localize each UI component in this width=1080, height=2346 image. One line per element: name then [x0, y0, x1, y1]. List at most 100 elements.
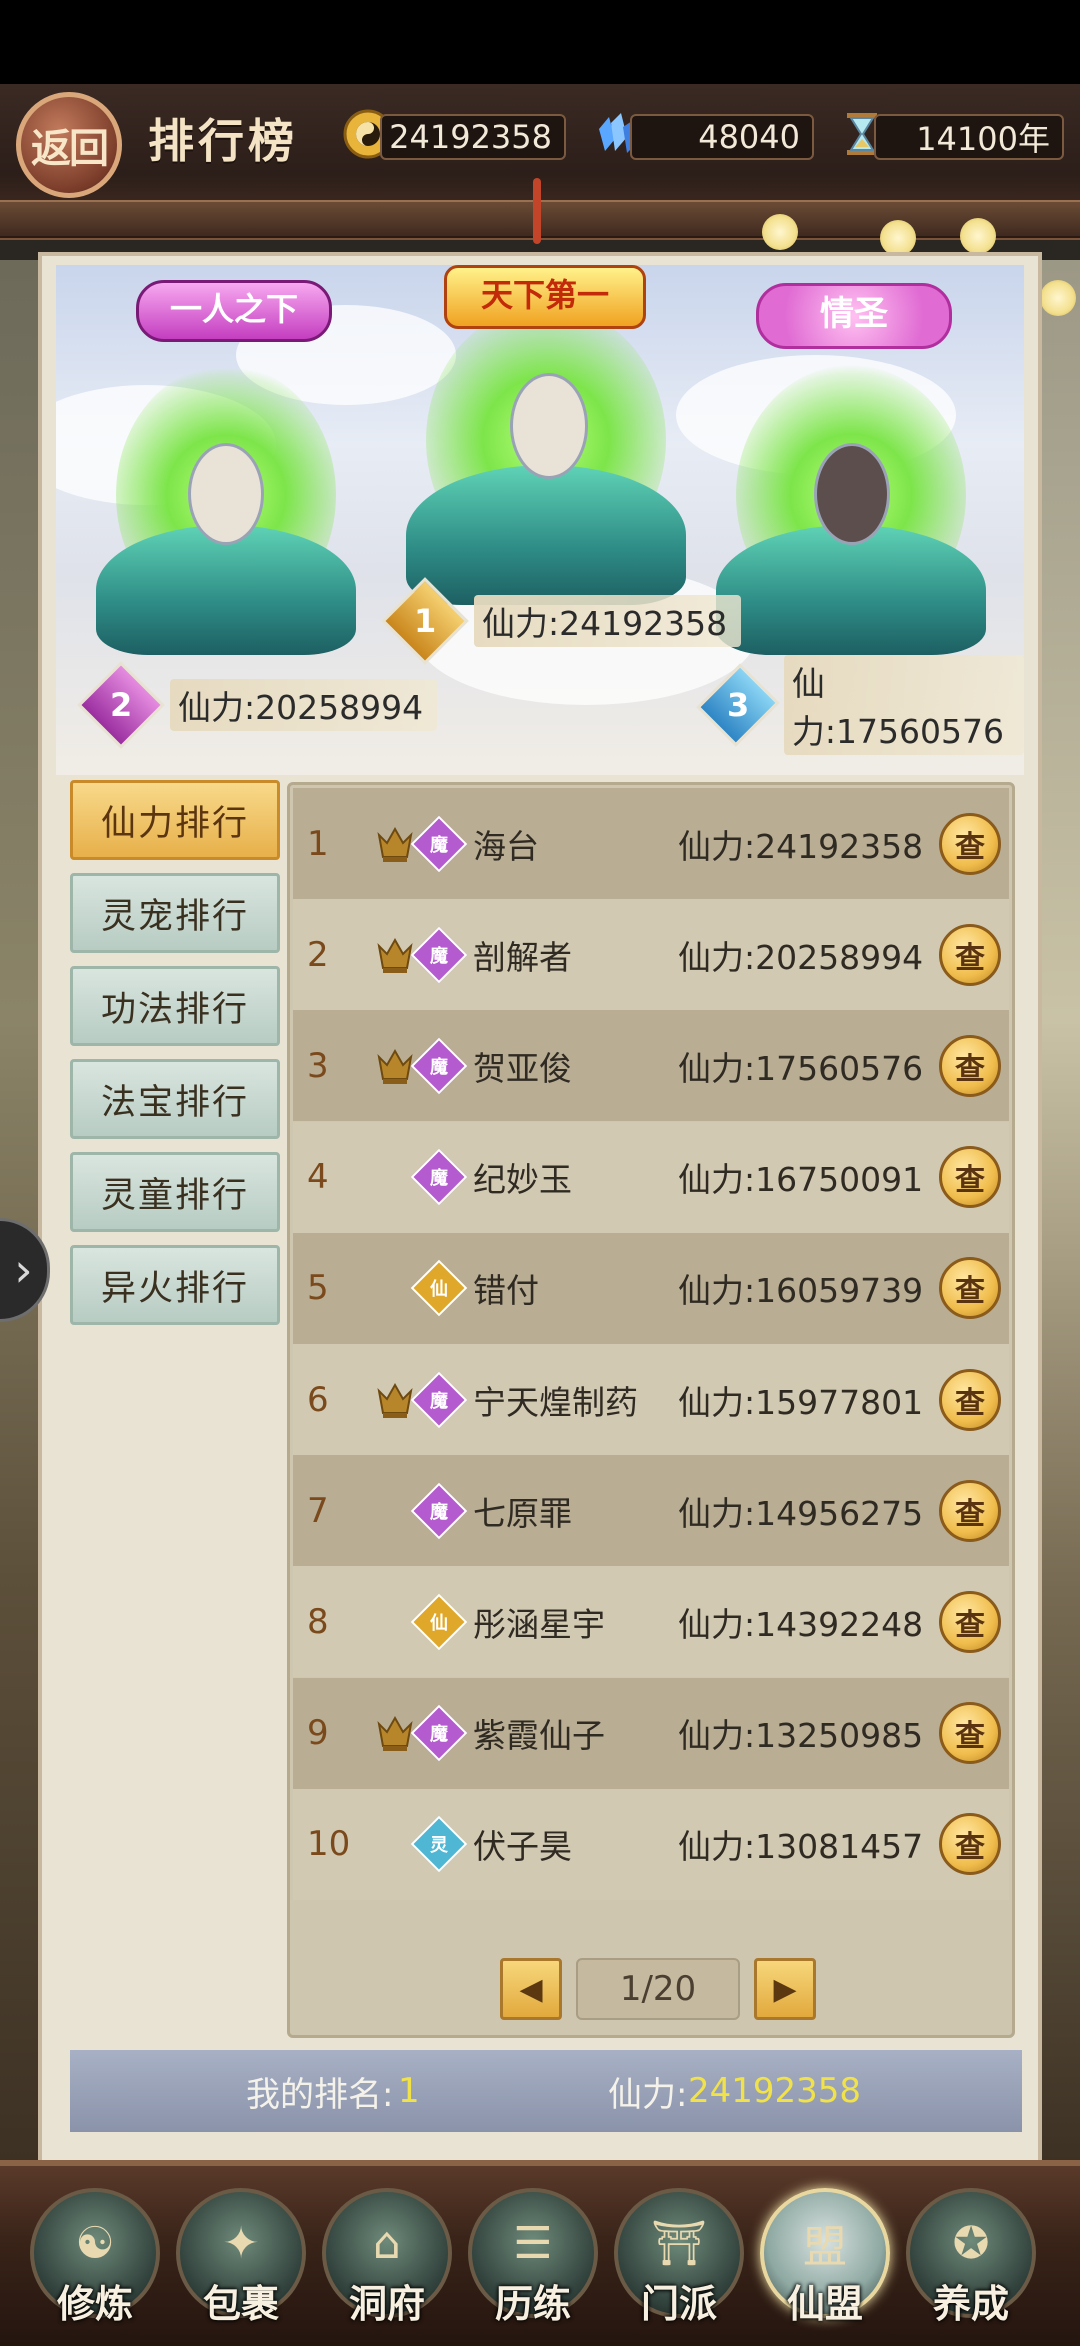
rank-number: 1	[307, 823, 329, 864]
rank-number: 2	[307, 934, 329, 975]
pagination: ◀ 1/20 ▶	[500, 1958, 816, 2020]
tab-pet-ranking[interactable]: 灵宠排行	[70, 873, 280, 953]
player-name: 贺亚俊	[473, 1048, 572, 1088]
tab-child-ranking[interactable]: 灵童排行	[70, 1152, 280, 1232]
table-row: 9 魔 紫霞仙子 仙力:13250985 查	[293, 1677, 1009, 1789]
player-name: 错付	[473, 1271, 539, 1311]
class-badge-icon: 魔	[410, 1148, 468, 1206]
my-power-value: 24192358	[688, 2071, 862, 2111]
avatar-second[interactable]	[76, 325, 376, 685]
rank-number: 9	[307, 1713, 329, 1754]
class-badge-icon: 魔	[410, 1371, 468, 1428]
nav-training-button[interactable]: ☰ 历练	[468, 2188, 598, 2328]
nav-develop-button[interactable]: ✪ 养成	[906, 2188, 1036, 2328]
player-name: 纪妙玉	[473, 1160, 572, 1200]
rank-number: 3	[726, 686, 750, 724]
player-power: 仙力:14956275	[678, 1493, 924, 1533]
nav-label: 包裹	[202, 2281, 279, 2326]
nav-label: 仙盟	[786, 2281, 863, 2326]
view-player-button[interactable]: 查	[939, 1590, 1001, 1653]
tab-skill-ranking[interactable]: 功法排行	[70, 966, 280, 1046]
tab-treasure-ranking[interactable]: 法宝排行	[70, 1059, 280, 1139]
tab-fire-ranking[interactable]: 异火排行	[70, 1245, 280, 1325]
player-power: 仙力:13250985	[678, 1716, 924, 1756]
title-badge-third: 情圣	[756, 283, 952, 349]
nav-cultivate-icon: ☯	[75, 2217, 115, 2269]
player-name: 伏子昊	[473, 1827, 572, 1867]
view-player-button[interactable]: 查	[939, 812, 1001, 875]
robe	[406, 465, 686, 605]
class-badge-label: 灵	[430, 1835, 448, 1857]
player-name: 剖解者	[473, 937, 572, 977]
player-power: 仙力:16059739	[678, 1271, 924, 1311]
ranking-list: 1 魔海台 仙力:24192358 查 2 魔剖解者 仙力:20258994 查 3 魔贺亚俊 仙力…	[287, 782, 1015, 2038]
podium-chip-second: 2 仙力:20258994	[77, 661, 438, 749]
ranking-tabs: 仙力排行 灵宠排行 功法排行 法宝排行 灵童排行 异火排行	[58, 780, 288, 1338]
view-player-button[interactable]: 查	[939, 1034, 1001, 1097]
avatar-third[interactable]	[696, 325, 1006, 685]
page-indicator: 1/20	[576, 1958, 740, 2020]
view-player-button[interactable]: 查	[939, 1368, 1001, 1431]
player-name: 七原罪	[473, 1493, 572, 1533]
next-page-button[interactable]: ▶	[754, 1958, 816, 2020]
table-row: 3 魔 贺亚俊 仙力:17560576 查	[293, 1010, 1009, 1122]
nav-alliance-button[interactable]: 盟仙盟	[760, 2188, 890, 2328]
player-name: 宁天煌制药	[473, 1382, 638, 1422]
nav-bag-button[interactable]: ✦ 包裹	[176, 2188, 306, 2328]
back-button[interactable]: 返回	[16, 92, 122, 198]
face	[188, 443, 264, 545]
class-badge-icon: 仙	[410, 1593, 468, 1651]
player-power: 仙力:14392248	[678, 1604, 924, 1644]
class-badge-label: 魔	[430, 1056, 448, 1078]
face	[814, 443, 890, 545]
my-rank-label: 我的排名:	[246, 2074, 394, 2115]
prev-page-button[interactable]: ◀	[500, 1958, 562, 2020]
face	[510, 373, 588, 479]
my-power-label: 仙力:	[608, 2074, 688, 2115]
class-badge-icon: 仙	[410, 1260, 468, 1317]
table-row: 6 魔 宁天煌制药 仙力:15977801 查	[293, 1344, 1009, 1455]
currency-crystal-value: 48040	[630, 114, 814, 160]
avatar-first[interactable]	[386, 275, 706, 635]
nav-cave-button[interactable]: ⌂ 洞府	[322, 2188, 452, 2328]
tab-power-ranking[interactable]: 仙力排行	[70, 780, 280, 860]
class-badge-icon: 魔	[410, 815, 468, 872]
blossom-decoration	[960, 218, 996, 254]
class-badge-label: 魔	[430, 1168, 448, 1190]
nav-label: 养成	[932, 2281, 1009, 2326]
podium-chip-third: 3 仙力:17560576	[696, 655, 1024, 755]
podium-area: 一人之下 天下第一 情圣 1 仙力:24192358 2 仙力:20258994…	[56, 265, 1024, 775]
blossom-decoration	[1040, 280, 1076, 316]
rank-number: 2	[109, 685, 133, 724]
podium-power-third: 仙力:17560576	[783, 655, 1024, 755]
view-player-button[interactable]: 查	[939, 1479, 1001, 1542]
view-player-button[interactable]: 查	[939, 1702, 1001, 1765]
view-player-button[interactable]: 查	[939, 1813, 1001, 1876]
player-power: 仙力:20258994	[678, 937, 924, 977]
nav-cultivate-button[interactable]: ☯ 修炼	[30, 2188, 160, 2328]
nav-label: 门派	[640, 2281, 717, 2326]
class-badge-icon: 魔	[410, 926, 468, 983]
table-row: 5 仙 错付 仙力:16059739 查	[293, 1232, 1009, 1344]
view-player-button[interactable]: 查	[939, 923, 1001, 986]
table-row: 2 魔 剖解者 仙力:20258994 查	[293, 899, 1009, 1011]
blossom-decoration	[880, 220, 916, 256]
class-badge-icon: 灵	[410, 1816, 468, 1873]
player-name: 海台	[473, 826, 539, 866]
view-player-button[interactable]: 查	[939, 1146, 1001, 1209]
blossom-decoration	[762, 214, 798, 250]
nav-cave-icon: ⌂	[373, 2217, 401, 2269]
rank-number: 1	[413, 601, 437, 640]
player-power: 仙力:16750091	[678, 1160, 924, 1200]
nav-develop-icon: ✪	[952, 2217, 990, 2269]
player-name: 彤涵星宇	[473, 1604, 605, 1644]
view-player-button[interactable]: 查	[939, 1257, 1001, 1320]
podium-power-first: 仙力:24192358	[474, 595, 742, 647]
nav-sect-button[interactable]: ⛩ 门派	[614, 2188, 744, 2328]
table-row: 10 灵 伏子昊 仙力:13081457 查	[293, 1788, 1009, 1900]
crown-icon	[375, 823, 415, 865]
nav-label: 洞府	[348, 2281, 425, 2326]
class-badge-label: 仙	[430, 1279, 448, 1301]
podium-power-second: 仙力:20258994	[170, 679, 438, 731]
class-badge-icon: 魔	[410, 1704, 468, 1762]
